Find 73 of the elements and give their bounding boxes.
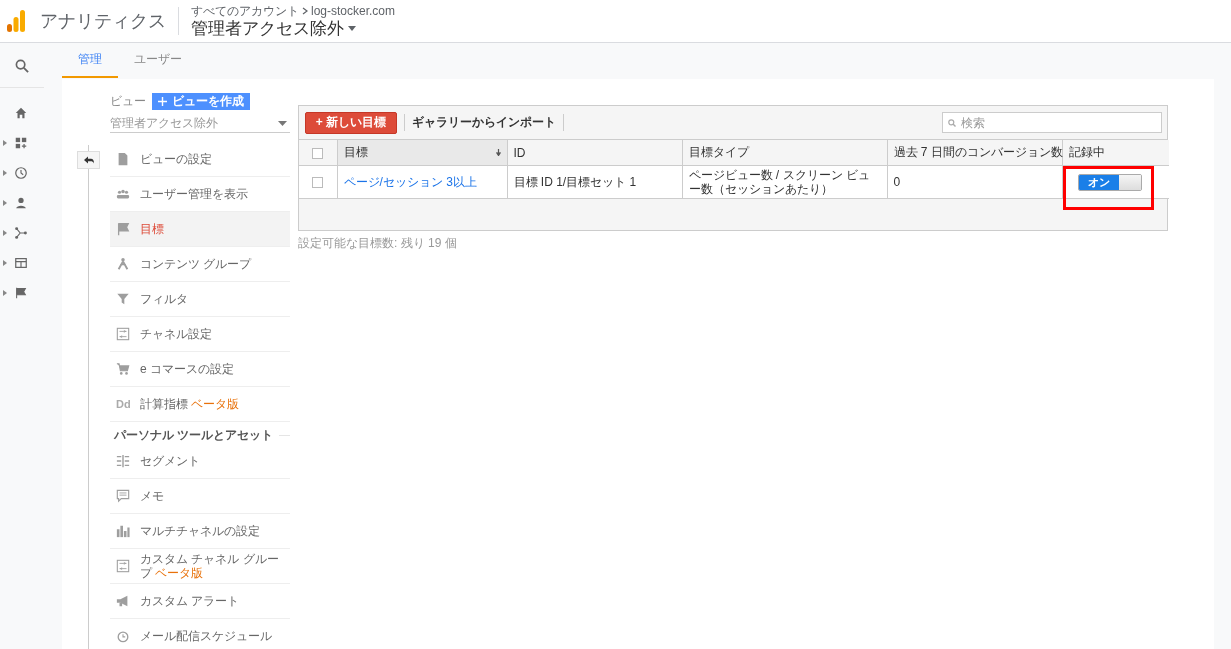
menu-item[interactable]: チャネル設定 (110, 317, 290, 352)
view-label: ビュー (110, 92, 146, 110)
megaphone-icon (116, 594, 130, 608)
search-icon (948, 119, 956, 127)
menu-item[interactable]: フィルタ (110, 282, 290, 317)
flow-icon[interactable] (14, 226, 28, 240)
people-icon (116, 187, 130, 201)
menu-item[interactable]: メール配信スケジュール (110, 619, 290, 649)
menu-item[interactable]: カスタム チャネル グループ ベータ版 (110, 549, 290, 584)
column-header[interactable]: ID (507, 140, 682, 166)
plus-icon (158, 96, 167, 106)
recording-toggle[interactable]: オン (1077, 173, 1142, 191)
clock-icon[interactable] (14, 166, 28, 180)
product-name: アナリティクス (40, 7, 179, 35)
expand-arrow-icon[interactable] (3, 290, 7, 296)
column-header[interactable]: 記録中 (1062, 140, 1169, 166)
back-button[interactable] (77, 151, 100, 169)
menu-item[interactable]: e コマースの設定 (110, 352, 290, 387)
flag-icon[interactable] (14, 286, 28, 300)
funnel-icon (116, 292, 130, 306)
menu-item[interactable]: Dd 計算指標 ベータ版 (110, 387, 290, 422)
breadcrumb-link[interactable]: すべてのアカウント (191, 3, 299, 18)
branch-person-icon (116, 257, 130, 271)
logo-icon (7, 10, 25, 32)
menu-item[interactable]: ビューの設定 (110, 142, 290, 177)
view-selector[interactable]: 管理者アクセス除外 (191, 17, 396, 39)
checkbox[interactable] (312, 147, 324, 159)
new-goal-button[interactable]: + 新しい目標 (305, 111, 397, 134)
comment-icon (116, 489, 130, 503)
segment-icon (116, 454, 130, 468)
metric-icon: Dd (116, 398, 131, 410)
column-header[interactable]: 目標タイプ (682, 140, 887, 166)
expand-arrow-icon[interactable] (3, 200, 7, 206)
channel-icon (116, 327, 130, 341)
caret-icon (348, 25, 356, 31)
import-link[interactable]: ギャラリーからインポート (412, 114, 556, 131)
table-cell: 0 (887, 165, 1062, 199)
menu-item[interactable]: コンテンツ グループ (110, 247, 290, 282)
channel-icon (116, 559, 130, 573)
document-icon (116, 152, 130, 166)
checkbox[interactable] (312, 177, 324, 189)
expand-arrow-icon[interactable] (3, 140, 7, 146)
menu-item[interactable]: 目標 (110, 212, 290, 247)
menu-item[interactable]: カスタム アラート (110, 584, 290, 619)
column-header[interactable]: 過去 7 日間のコンバージョン数 (887, 140, 1062, 166)
menu-item[interactable]: セグメント (110, 444, 290, 479)
remaining-goals-note: 設定可能な目標数: 残り 19 個 (298, 235, 458, 252)
column-header[interactable]: 目標 (337, 140, 507, 166)
sort-arrow-icon (495, 149, 501, 156)
tab[interactable]: ユーザー (118, 43, 198, 78)
chevron-icon (302, 6, 308, 15)
table-cell: 目標 ID 1/目標セット 1 (507, 165, 682, 199)
dashboard-icon[interactable] (14, 136, 28, 150)
alarm-clock-icon (116, 629, 130, 643)
goal-name-link[interactable]: ページ/セッション 3以上 (337, 165, 507, 199)
flag-icon (116, 222, 130, 236)
section-heading: パーソナル ツールとアセット (113, 427, 274, 444)
window-icon[interactable] (14, 256, 28, 270)
home-icon[interactable] (14, 106, 28, 120)
expand-arrow-icon[interactable] (3, 170, 7, 176)
bar-chart-icon (116, 524, 130, 538)
back-arrow-icon (83, 156, 94, 164)
person-icon[interactable] (14, 196, 28, 210)
search-icon[interactable] (15, 59, 29, 73)
expand-arrow-icon[interactable] (3, 260, 7, 266)
caret-icon (278, 121, 287, 126)
menu-item[interactable]: マルチチャネルの設定 (110, 514, 290, 549)
search-field[interactable]: 検索 (942, 112, 1162, 133)
table-cell: ページビュー数 / スクリーン ビュー数（セッションあたり） (682, 165, 887, 199)
menu-item[interactable]: メモ (110, 479, 290, 514)
expand-arrow-icon[interactable] (3, 230, 7, 236)
cart-icon (116, 362, 130, 376)
breadcrumb-link[interactable]: log-stocker.com (311, 3, 396, 18)
